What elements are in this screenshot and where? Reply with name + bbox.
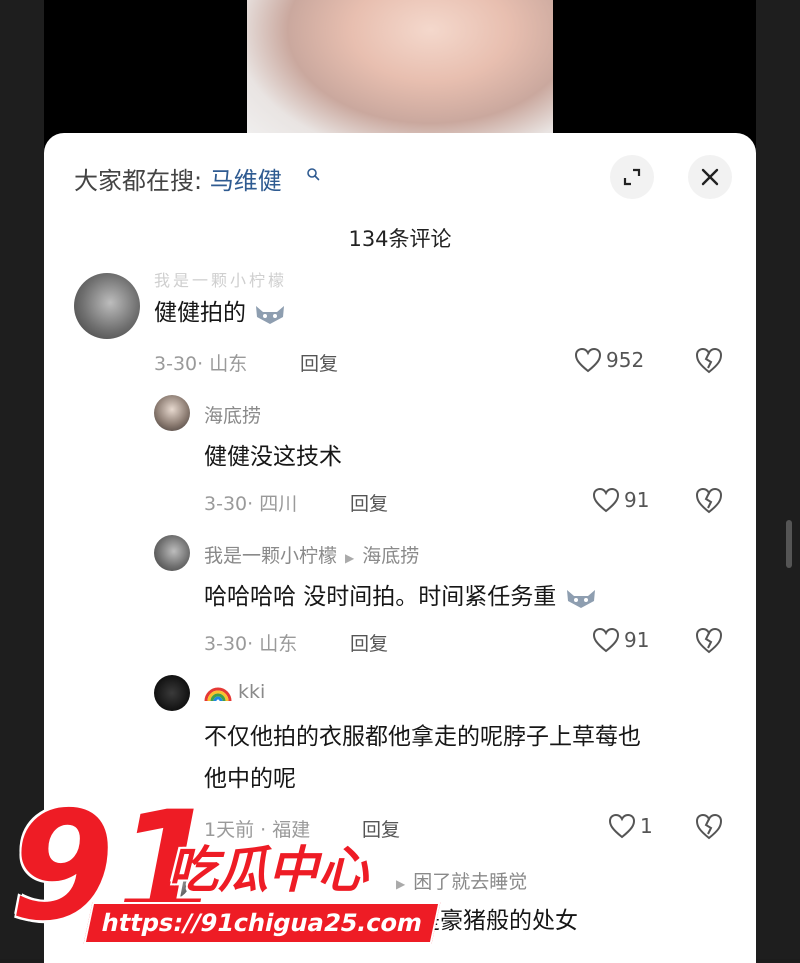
broken-heart-icon[interactable] xyxy=(694,625,724,655)
broken-heart-icon[interactable] xyxy=(694,345,724,375)
wolf-emoji-icon xyxy=(256,305,285,324)
like-count: 91 xyxy=(624,628,650,652)
comment-username[interactable]: 我是一颗小柠檬 xyxy=(154,267,287,291)
heart-icon xyxy=(592,627,620,653)
like-count: 91 xyxy=(624,488,650,512)
like-button[interactable]: 91 xyxy=(592,487,649,513)
reply-arrow-icon: ▶ xyxy=(345,551,355,565)
expand-icon xyxy=(623,168,641,186)
search-hint-prefix: 大家都在搜: xyxy=(74,167,203,195)
like-button[interactable]: 91 xyxy=(592,627,649,653)
expand-button[interactable] xyxy=(610,155,654,199)
watermark-logo: 91 吃瓜中心 https://91chigua25.com xyxy=(10,792,441,952)
rainbow-emoji-icon xyxy=(204,687,232,701)
reply-meta: 3-30· 山东 xyxy=(204,633,298,655)
reply-username-line: kki xyxy=(204,681,265,703)
avatar[interactable] xyxy=(154,395,190,431)
heart-icon xyxy=(608,813,636,839)
watermark-brand: 吃瓜中心 xyxy=(168,841,368,899)
reply-username[interactable]: kki xyxy=(238,681,265,703)
like-button[interactable]: 952 xyxy=(574,347,644,373)
watermark-url: https://91chigua25.com xyxy=(83,902,441,944)
search-suggestion[interactable]: 大家都在搜: 马维健 xyxy=(74,161,282,196)
reply-username[interactable]: 海底捞 xyxy=(204,401,261,428)
reply-button[interactable]: 回复 xyxy=(350,489,388,516)
like-count: 952 xyxy=(606,348,645,372)
like-button[interactable]: 1 xyxy=(608,813,653,839)
scroll-indicator[interactable] xyxy=(786,520,792,568)
heart-icon xyxy=(592,487,620,513)
avatar[interactable] xyxy=(154,675,190,711)
broken-heart-icon[interactable] xyxy=(694,811,724,841)
avatar[interactable] xyxy=(154,535,190,571)
search-hint-term[interactable]: 马维健 xyxy=(210,167,282,195)
reply-username[interactable]: 我是一颗小柠檬 xyxy=(204,545,337,567)
close-icon xyxy=(701,168,719,186)
reply-to-username[interactable]: 海底捞 xyxy=(362,545,419,567)
wolf-emoji-icon xyxy=(566,589,595,608)
avatar[interactable] xyxy=(74,273,140,339)
reply-text: 健健没这技术 xyxy=(204,444,342,470)
reply-button[interactable]: 回复 xyxy=(300,349,338,376)
reply-text: 哈哈哈哈 没时间拍。时间紧任务重 xyxy=(204,577,598,618)
close-button[interactable] xyxy=(688,155,732,199)
reply-button[interactable]: 回复 xyxy=(350,629,388,656)
search-icon xyxy=(307,168,320,181)
comment-count: 134条评论 xyxy=(348,227,452,251)
reply-username-line: 我是一颗小柠檬 ▶ 海底捞 xyxy=(204,541,419,568)
heart-icon xyxy=(574,347,602,373)
broken-heart-icon[interactable] xyxy=(694,485,724,515)
reply-meta: 3-30· 四川 xyxy=(204,493,298,515)
reply-text-line1: 不仅他拍的衣服都他拿走的呢脖子上草莓也 xyxy=(204,724,641,750)
comment-text: 健健拍的 xyxy=(154,293,287,334)
comment-meta: 3-30· 山东 xyxy=(154,353,248,375)
like-count: 1 xyxy=(640,814,653,838)
reply-to-username[interactable]: 困了就去睡觉 xyxy=(413,871,527,893)
video-thumbnail xyxy=(247,0,553,150)
video-player[interactable] xyxy=(44,0,756,150)
